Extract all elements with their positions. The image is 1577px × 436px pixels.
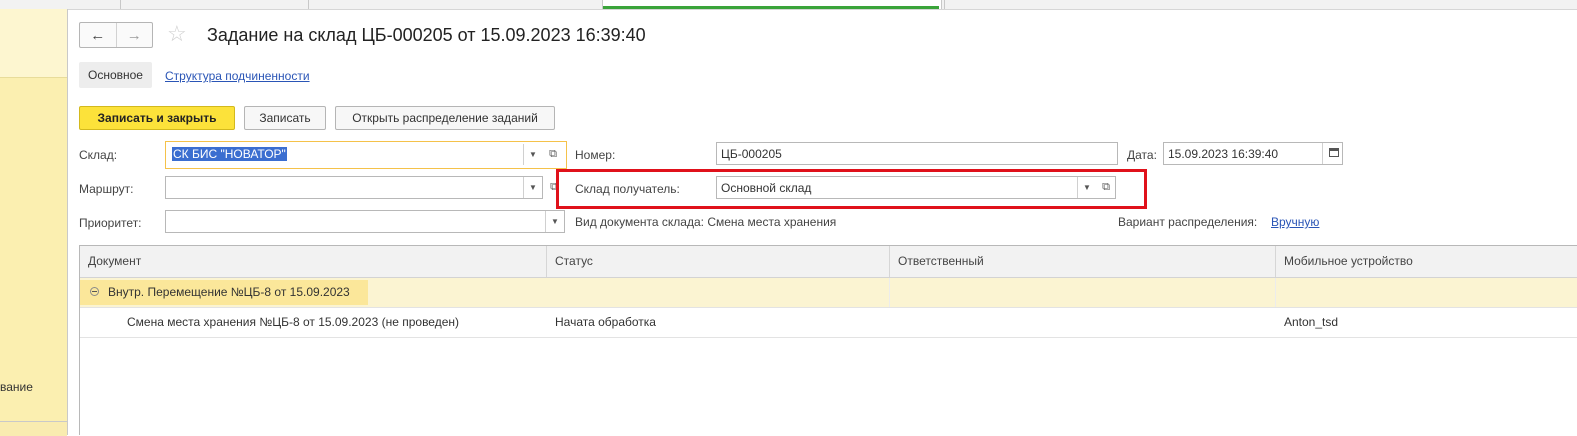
sidebar-item-label[interactable]: вание	[0, 380, 33, 394]
column-header-document[interactable]: Документ	[80, 246, 547, 277]
date-field[interactable]: 15.09.2023 16:39:40	[1163, 142, 1343, 165]
active-tab-indicator	[603, 6, 939, 9]
tab-divider	[308, 0, 309, 9]
number-label: Номер:	[575, 148, 616, 162]
table-row[interactable]: Внутр. Перемещение №ЦБ-8 от 15.09.2023	[80, 278, 1577, 308]
tab-main[interactable]: Основное	[79, 62, 152, 88]
responsible-cell	[890, 278, 1276, 307]
date-label: Дата:	[1127, 148, 1157, 162]
forward-button[interactable]: →	[115, 23, 153, 47]
document-cell: Внутр. Перемещение №ЦБ-8 от 15.09.2023	[108, 285, 350, 299]
calendar-button[interactable]	[1322, 143, 1343, 164]
number-field[interactable]: ЦБ-000205	[716, 142, 1118, 165]
table-row[interactable]: Смена места хранения №ЦБ-8 от 15.09.2023…	[80, 308, 1577, 338]
date-value: 15.09.2023 16:39:40	[1168, 147, 1279, 161]
warehouse-value: СК БИС "НОВАТОР"	[172, 147, 287, 161]
page-title: Задание на склад ЦБ-000205 от 15.09.2023…	[207, 25, 646, 45]
arrow-left-icon: ←	[90, 26, 106, 44]
column-header-status[interactable]: Статус	[547, 246, 890, 277]
calendar-icon	[1329, 148, 1339, 157]
open-distribution-button[interactable]: Открыть распределение заданий	[335, 106, 555, 130]
collapse-group-icon[interactable]	[90, 287, 99, 296]
dropdown-arrow-icon[interactable]: ▼	[523, 144, 542, 165]
priority-field[interactable]: ▼	[165, 210, 565, 233]
tab-divider	[944, 0, 945, 9]
tab-divider	[120, 0, 121, 9]
star-icon[interactable]: ☆	[167, 20, 187, 48]
number-value: ЦБ-000205	[721, 147, 782, 161]
distribution-variant-link[interactable]: Вручную	[1271, 215, 1319, 229]
column-header-responsible[interactable]: Ответственный	[890, 246, 1276, 277]
table-header: Документ Статус Ответственный Мобильное …	[80, 246, 1577, 278]
device-cell	[1276, 278, 1577, 307]
route-label: Маршрут:	[79, 182, 134, 196]
tab-structure-link[interactable]: Структура подчиненности	[165, 69, 310, 83]
dropdown-arrow-icon[interactable]: ▼	[523, 177, 542, 198]
document-cell: Смена места хранения №ЦБ-8 от 15.09.2023…	[127, 315, 460, 329]
save-and-close-button[interactable]: Записать и закрыть	[79, 106, 235, 130]
highlight-annotation-box	[556, 169, 1147, 209]
priority-label: Приоритет:	[79, 216, 142, 230]
sidebar-footer	[0, 421, 67, 436]
device-cell: Anton_tsd	[1284, 315, 1339, 329]
warehouse-field[interactable]: СК БИС "НОВАТОР" ▼ ⧉	[165, 141, 567, 169]
save-button[interactable]: Записать	[244, 106, 326, 130]
doc-type-text: Вид документа склада: Смена места хранен…	[575, 215, 836, 229]
open-form-icon[interactable]: ⧉	[544, 144, 562, 165]
back-button[interactable]: ←	[80, 23, 116, 47]
doc-type-value: Смена места хранения	[707, 215, 837, 229]
route-field[interactable]: ▼	[165, 176, 543, 199]
arrow-right-icon: →	[126, 26, 142, 44]
distribution-variant-label: Вариант распределения:	[1118, 215, 1258, 229]
responsible-cell	[890, 308, 1276, 337]
status-cell: Начата обработка	[555, 315, 656, 329]
history-nav: ← →	[79, 22, 153, 48]
doc-type-label: Вид документа склада:	[575, 215, 704, 229]
status-cell	[547, 278, 890, 307]
sidebar-header	[0, 9, 67, 78]
column-header-mobile-device[interactable]: Мобильное устройство	[1276, 246, 1577, 277]
dropdown-arrow-icon[interactable]: ▼	[545, 211, 564, 232]
warehouse-label: Склад:	[79, 148, 118, 162]
